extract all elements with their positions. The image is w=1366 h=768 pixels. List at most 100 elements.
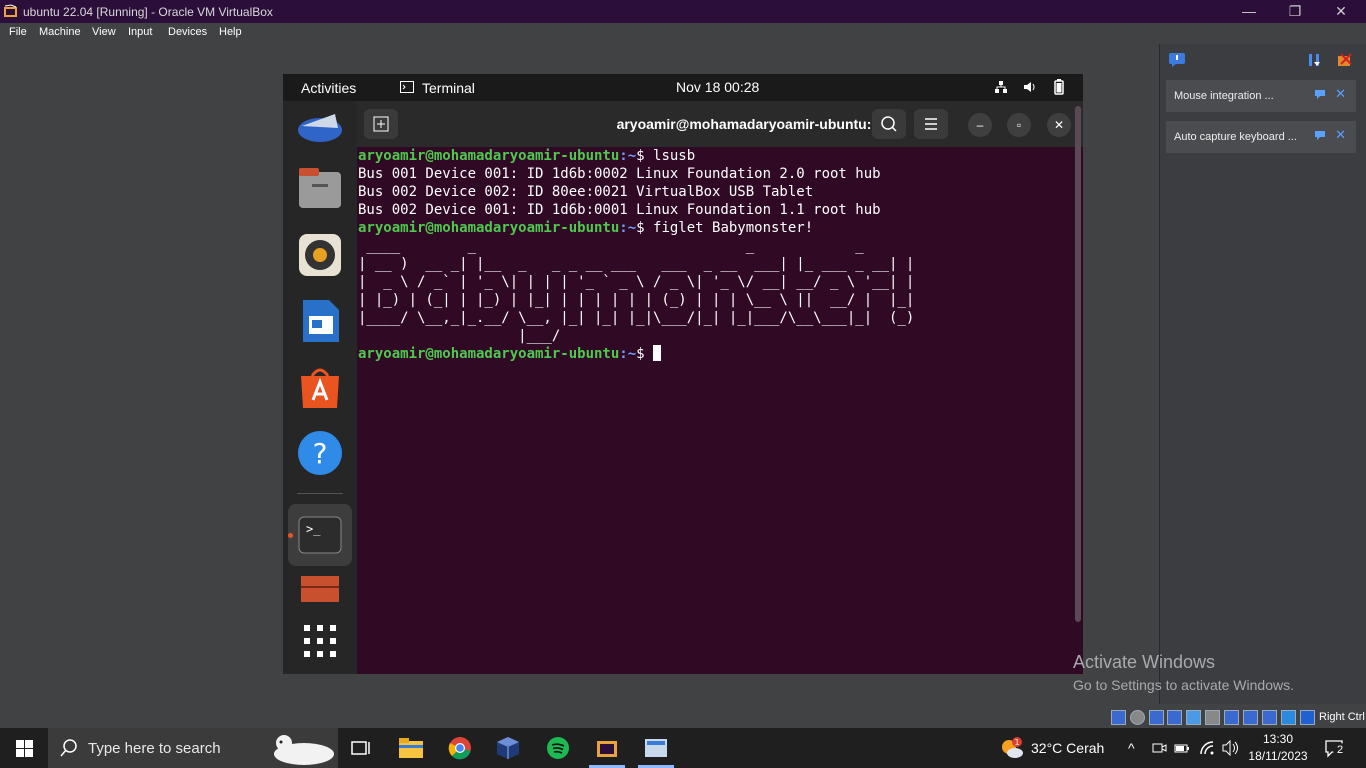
gnome-top-bar: Activities Terminal Nov 18 00:28 xyxy=(283,74,1083,101)
info-icon[interactable] xyxy=(1314,130,1326,140)
menu-input[interactable]: Input xyxy=(128,26,152,38)
chrome-icon[interactable] xyxy=(447,736,473,760)
show-applications-icon[interactable] xyxy=(297,618,343,664)
hard-disk-icon[interactable] xyxy=(1111,710,1126,725)
windows-start-icon[interactable] xyxy=(16,740,33,757)
minimize-window-button[interactable]: – xyxy=(968,113,992,137)
figlet-line: | __ ) __ _| |__ _ _ _ __ ___ ___ _ __ _… xyxy=(358,256,915,272)
figlet-line: | |_) | (_| | |_) | |_| | | | | | | (_) … xyxy=(358,292,915,308)
command-text: lsusb xyxy=(653,148,696,164)
shared-folders-icon[interactable] xyxy=(1205,710,1220,725)
search-placeholder: Type here to search xyxy=(88,740,221,757)
taskbar-time[interactable]: 13:30 xyxy=(1247,732,1309,746)
search-icon xyxy=(60,739,77,757)
sort-icon[interactable] xyxy=(1306,52,1324,68)
network-adapter-icon[interactable] xyxy=(1167,710,1182,725)
notification-keyboard-capture[interactable]: Auto capture keyboard ... ✕ xyxy=(1166,121,1356,153)
speaker-icon[interactable] xyxy=(1222,740,1240,756)
meet-now-icon[interactable] xyxy=(1151,740,1167,756)
weather-icon[interactable]: 1 xyxy=(1000,737,1024,759)
menu-file[interactable]: File xyxy=(9,26,27,38)
usb-icon[interactable] xyxy=(1186,710,1201,725)
search-button[interactable] xyxy=(872,109,906,139)
display-icon[interactable] xyxy=(1224,710,1239,725)
battery-icon[interactable] xyxy=(1051,79,1067,95)
cpu-icon[interactable] xyxy=(1262,710,1277,725)
prompt-user: aryoamir@mohamadaryoamir-ubuntu xyxy=(358,346,620,362)
terminal-icon[interactable]: >_ xyxy=(297,512,343,558)
host-key-icon[interactable] xyxy=(1300,710,1315,725)
taskbar-date[interactable]: 18/11/2023 xyxy=(1247,749,1309,763)
task-view-icon[interactable] xyxy=(348,736,374,760)
close-icon[interactable]: ✕ xyxy=(1335,127,1346,143)
close-icon[interactable]: ✕ xyxy=(1335,86,1346,102)
weather-text[interactable]: 32°C Cerah xyxy=(1031,740,1104,756)
spotify-icon[interactable] xyxy=(545,736,571,760)
figlet-line: ____ _ _ _ xyxy=(358,238,873,254)
command-text: figlet Babymonster! xyxy=(653,220,814,236)
close-window-button[interactable]: ✕ xyxy=(1047,113,1071,137)
figlet-line: |____/ \__,_|_.__/ \__, |_| |_| |_|\___/… xyxy=(358,310,915,326)
terminal-header-bar: aryoamir@mohamadaryoamir-ubuntu: ~ – ▫ ✕ xyxy=(357,101,1083,147)
libreoffice-writer-icon[interactable] xyxy=(297,298,343,344)
output-line: Bus 001 Device 001: ID 1d6b:0002 Linux F… xyxy=(358,166,881,182)
mouse-integration-icon[interactable] xyxy=(1281,710,1296,725)
terminal-line: aryoamir@mohamadaryoamir-ubuntu:~$ xyxy=(358,345,1074,363)
audio-icon[interactable] xyxy=(1149,710,1164,725)
file-explorer-icon[interactable] xyxy=(398,736,424,760)
notification-icon[interactable] xyxy=(1168,52,1186,68)
virtualbox-cube-icon[interactable] xyxy=(495,736,521,760)
menu-machine[interactable]: Machine xyxy=(39,26,81,38)
thunderbird-icon[interactable] xyxy=(297,106,343,144)
help-icon[interactable]: ? xyxy=(297,430,343,476)
menu-help[interactable]: Help xyxy=(219,26,242,38)
show-hidden-icons-icon[interactable]: ^ xyxy=(1128,740,1135,756)
terminal-output[interactable]: aryoamir@mohamadaryoamir-ubuntu:~$ lsusb… xyxy=(357,147,1074,674)
virtualbox-vm-icon[interactable] xyxy=(594,736,620,760)
prompt-sign: $ xyxy=(636,148,654,164)
clock[interactable]: Nov 18 00:28 xyxy=(676,79,759,95)
optical-drive-icon[interactable] xyxy=(1130,710,1145,725)
menu-icon xyxy=(925,118,937,130)
terminal-window[interactable]: aryoamir@mohamadaryoamir-ubuntu: ~ – ▫ ✕… xyxy=(357,101,1083,674)
terminal-scrollbar[interactable] xyxy=(1075,106,1081,622)
virtualbox-app-icon xyxy=(4,4,17,17)
text-cursor xyxy=(653,345,662,361)
wifi-icon[interactable] xyxy=(1199,740,1215,756)
svg-text:1: 1 xyxy=(1014,738,1019,747)
ubuntu-software-icon[interactable] xyxy=(297,364,343,410)
battery-tray-icon[interactable] xyxy=(1174,741,1190,755)
rhythmbox-icon[interactable] xyxy=(297,232,343,278)
window-title: ubuntu 22.04 [Running] - Oracle VM Virtu… xyxy=(23,5,273,19)
hamburger-menu-button[interactable] xyxy=(914,109,948,139)
notification-center: Mouse integration ... ✕ Auto capture key… xyxy=(1159,44,1366,704)
minimize-button[interactable]: — xyxy=(1234,2,1264,20)
close-button[interactable]: ✕ xyxy=(1326,2,1356,20)
output-line: Bus 002 Device 001: ID 1d6b:0001 Linux F… xyxy=(358,202,881,218)
clear-notifications-icon[interactable] xyxy=(1336,52,1354,68)
notification-count-badge: 2 xyxy=(1333,743,1347,757)
info-icon[interactable] xyxy=(1314,89,1326,99)
prompt-path: :~ xyxy=(619,346,637,362)
taskbar-search-box[interactable]: Type here to search xyxy=(48,728,338,768)
vbox-title-bar: ubuntu 22.04 [Running] - Oracle VM Virtu… xyxy=(0,0,1366,23)
app-menu-terminal[interactable]: Terminal xyxy=(422,80,475,96)
maximize-window-button[interactable]: ▫ xyxy=(1007,113,1031,137)
trash-icon[interactable] xyxy=(297,576,343,602)
windows-taskbar: Type here to search 1 32°C Cerah ^ 13:30… xyxy=(0,728,1366,768)
screenshot-tool-icon[interactable] xyxy=(643,736,669,760)
files-icon[interactable] xyxy=(297,166,343,212)
volume-icon[interactable] xyxy=(1023,80,1037,94)
prompt-path: :~ xyxy=(619,148,637,164)
network-icon[interactable] xyxy=(994,80,1008,94)
watermark-title: Activate Windows xyxy=(1073,652,1216,672)
prompt-path: :~ xyxy=(619,220,637,236)
recording-icon[interactable] xyxy=(1243,710,1258,725)
maximize-button[interactable]: ❐ xyxy=(1280,2,1310,20)
prompt-sign: $ xyxy=(636,346,654,362)
menu-view[interactable]: View xyxy=(92,26,116,38)
activities-button[interactable]: Activities xyxy=(301,80,356,96)
menu-devices[interactable]: Devices xyxy=(168,26,207,38)
vm-display[interactable]: Activities Terminal Nov 18 00:28 ? >_ ar… xyxy=(283,74,1083,674)
notification-mouse-integration[interactable]: Mouse integration ... ✕ xyxy=(1166,80,1356,112)
